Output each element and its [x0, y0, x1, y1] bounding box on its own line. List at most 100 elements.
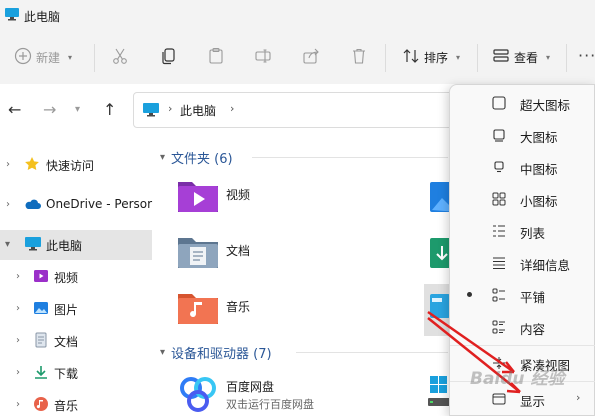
chevron-right-icon[interactable]: ›: [6, 159, 10, 170]
nav-item-label: 此电脑: [46, 239, 83, 253]
device-item-local-disk[interactable]: [426, 372, 450, 412]
menu-item-tiles[interactable]: 平铺: [450, 279, 595, 311]
nav-item-documents[interactable]: › 文档: [0, 326, 152, 356]
view-button[interactable]: 查看 ▾: [492, 44, 550, 70]
nav-item-downloads[interactable]: › 下载: [0, 358, 152, 388]
nav-item-quick-access[interactable]: › 快速访问: [0, 150, 152, 180]
view-button-label: 查看: [514, 50, 539, 65]
nav-item-label: 视频: [54, 271, 79, 285]
chevron-right-icon[interactable]: ›: [16, 399, 20, 410]
menu-item-content[interactable]: 内容: [450, 311, 595, 343]
chevron-right-icon[interactable]: ›: [16, 367, 20, 378]
delete-button[interactable]: [350, 44, 368, 70]
breadcrumb-chevron-icon[interactable]: ›: [230, 102, 234, 115]
menu-item-list[interactable]: 列表: [450, 215, 595, 247]
up-arrow-icon[interactable]: ↑: [103, 100, 116, 119]
share-button[interactable]: [302, 44, 320, 70]
chevron-down-icon[interactable]: ▾: [5, 239, 10, 250]
folders-section-label: 文件夹 (6): [171, 152, 233, 167]
menu-item-large-icons[interactable]: 大图标: [450, 119, 595, 151]
folder-label: 文档: [226, 244, 251, 258]
share-icon: [302, 47, 320, 68]
menu-item-label: 列表: [520, 226, 546, 241]
recent-chevron-icon[interactable]: ▾: [75, 104, 80, 115]
folder-item-desktop[interactable]: [424, 284, 450, 336]
cut-button[interactable]: [111, 44, 129, 70]
folder-item-music[interactable]: 音乐: [176, 288, 250, 331]
breadcrumb-this-pc[interactable]: 此电脑: [180, 102, 216, 119]
nav-item-onedrive[interactable]: › OneDrive - Persor: [0, 190, 152, 220]
menu-item-label: 内容: [520, 322, 546, 337]
cloud-icon: [24, 196, 42, 215]
star-icon: [24, 156, 40, 175]
chevron-right-icon[interactable]: ›: [16, 303, 20, 314]
extra-large-icons-icon: [492, 96, 506, 110]
menu-divider: [450, 345, 595, 346]
devices-section-header[interactable]: ▾ 设备和驱动器 (7): [160, 343, 272, 362]
desktop-folder-icon: [424, 294, 450, 331]
download-icon: [33, 364, 49, 383]
selected-dot-icon: [467, 292, 472, 297]
forward-arrow-icon[interactable]: →: [43, 100, 56, 119]
nav-item-label: 快速访问: [46, 159, 95, 173]
chevron-down-icon: ▾: [160, 347, 166, 358]
nav-item-label: 音乐: [54, 399, 79, 413]
sort-icon: [402, 47, 420, 68]
monitor-icon: [4, 7, 20, 24]
sort-button-label: 排序: [424, 50, 449, 65]
scissors-icon: [111, 47, 129, 68]
chevron-down-icon: ▾: [160, 152, 166, 163]
sort-button[interactable]: 排序 ▾: [402, 44, 460, 70]
document-icon: [33, 332, 49, 351]
video-icon: [33, 268, 49, 287]
chevron-right-icon[interactable]: ›: [16, 271, 20, 282]
divider: [566, 44, 567, 72]
nav-item-pictures[interactable]: › 图片: [0, 294, 152, 324]
folders-section-header[interactable]: ▾ 文件夹 (6): [160, 148, 233, 167]
medium-icons-icon: [492, 160, 506, 174]
device-description: 双击运行百度网盘: [226, 398, 314, 411]
watermark: Baidu 经验: [470, 369, 565, 389]
nav-item-music[interactable]: › 音乐: [0, 390, 152, 416]
folder-item-documents[interactable]: 文档: [176, 232, 250, 275]
rename-button[interactable]: [254, 44, 272, 70]
divider: [477, 44, 478, 72]
windows-drive-icon: [426, 376, 450, 415]
copy-button[interactable]: [160, 44, 178, 70]
menu-item-label: 显示: [520, 394, 546, 409]
trash-icon: [350, 47, 368, 68]
menu-item-label: 详细信息: [520, 258, 571, 273]
menu-item-medium-icons[interactable]: 中图标: [450, 151, 595, 183]
paste-button[interactable]: [207, 44, 225, 70]
menu-item-details[interactable]: 详细信息: [450, 247, 595, 279]
devices-section-label: 设备和驱动器 (7): [171, 347, 272, 362]
folder-label: 视频: [226, 188, 251, 202]
nav-item-this-pc[interactable]: ▾ 此电脑: [0, 230, 152, 260]
new-button[interactable]: 新建 ▾: [14, 44, 72, 70]
address-bar[interactable]: › 此电脑 ›: [133, 92, 453, 128]
window-title: 此电脑: [24, 10, 61, 24]
breadcrumb-chevron-icon[interactable]: ›: [168, 102, 172, 115]
nav-item-videos[interactable]: › 视频: [0, 262, 152, 292]
clipboard-icon: [207, 47, 225, 68]
monitor-icon: [142, 102, 160, 121]
folder-item-videos[interactable]: 视频: [176, 176, 250, 219]
new-button-label: 新建: [36, 50, 61, 65]
menu-item-label: 小图标: [520, 194, 558, 209]
back-arrow-icon[interactable]: ←: [8, 100, 21, 119]
more-options-button[interactable]: ···: [578, 46, 595, 65]
menu-item-label: 超大图标: [520, 98, 571, 113]
menu-item-extra-large-icons[interactable]: 超大图标: [450, 87, 595, 119]
details-icon: [492, 256, 506, 270]
menu-item-small-icons[interactable]: 小图标: [450, 183, 595, 215]
divider: [94, 44, 95, 72]
chevron-right-icon[interactable]: ›: [6, 199, 10, 210]
menu-item-label: 大图标: [520, 130, 558, 145]
chevron-down-icon: ▾: [546, 52, 551, 62]
nav-item-label: 文档: [54, 335, 79, 349]
device-item-baidu-netdisk[interactable]: 百度网盘 双击运行百度网盘: [176, 372, 416, 416]
nav-item-label: 下载: [54, 367, 79, 381]
music-icon: [33, 396, 49, 415]
chevron-right-icon[interactable]: ›: [16, 335, 20, 346]
small-icons-icon: [492, 192, 506, 206]
